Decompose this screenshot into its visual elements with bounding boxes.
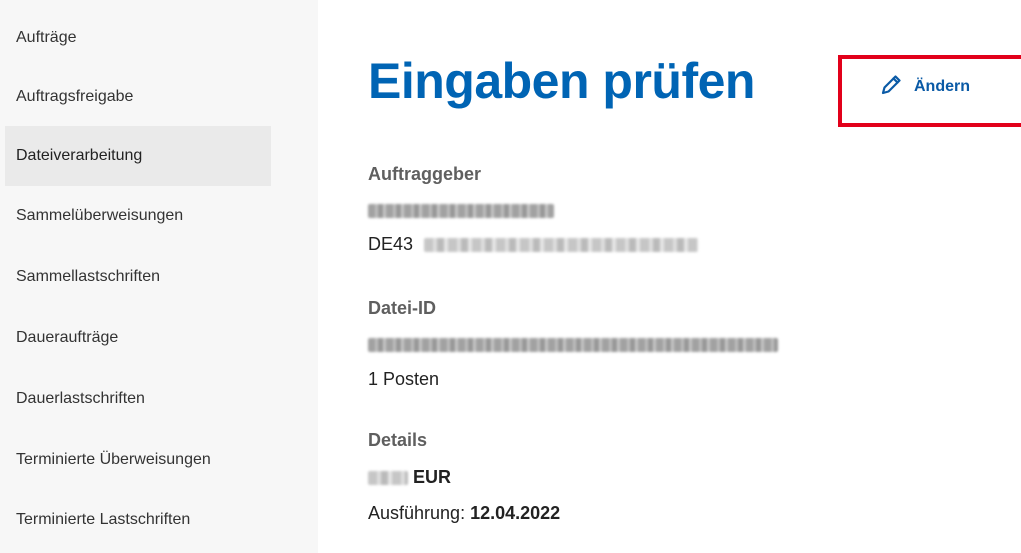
sidebar-item-dauerlastschriften[interactable]: Dauerlastschriften xyxy=(5,369,271,429)
sidebar-item-label: Sammellastschriften xyxy=(16,268,161,285)
execution-date: 12.04.2022 xyxy=(470,503,561,523)
sidebar-item-label: Auftragsfreigabe xyxy=(16,88,134,105)
datei-id-value xyxy=(368,334,778,355)
redacted-datei-id xyxy=(368,338,778,353)
sidebar-item-terminierte-ueberweisungen[interactable]: Terminierte Überweisungen xyxy=(5,430,271,490)
main-content: Eingaben prüfen Ändern Auftraggeber DE43… xyxy=(318,0,1021,553)
sidebar: Aufträge Auftragsfreigabe Dateiverarbeit… xyxy=(0,0,318,553)
iban-prefix: DE43 xyxy=(368,234,414,254)
sidebar-item-sammelueberweisungen[interactable]: Sammelüberweisungen xyxy=(5,186,271,246)
currency: EUR xyxy=(413,467,452,487)
sidebar-item-label: Aufträge xyxy=(16,29,77,46)
details-amount: EUR xyxy=(368,467,451,488)
details-execution: Ausführung: 12.04.2022 xyxy=(368,503,560,524)
redacted-iban xyxy=(424,238,699,253)
sidebar-item-label: Sammelüberweisungen xyxy=(16,207,184,224)
sidebar-item-sammellastschriften[interactable]: Sammellastschriften xyxy=(5,247,271,307)
auftraggeber-iban: DE43 xyxy=(368,234,699,255)
page-title: Eingaben prüfen xyxy=(368,53,755,109)
execution-label: Ausführung: xyxy=(368,503,466,523)
pencil-icon xyxy=(878,72,904,103)
auftraggeber-name xyxy=(368,200,554,221)
sidebar-item-label: Dauerlastschriften xyxy=(16,390,145,407)
sidebar-item-label: Dateiverarbeitung xyxy=(16,147,143,164)
redacted-amount xyxy=(368,471,408,486)
edit-button[interactable]: Ändern xyxy=(878,72,970,102)
sidebar-item-auftraege[interactable]: Aufträge xyxy=(5,8,271,68)
redacted-name xyxy=(368,204,554,219)
auftraggeber-label: Auftraggeber xyxy=(368,164,482,184)
details-label: Details xyxy=(368,430,428,450)
sidebar-item-label: Terminierte Lastschriften xyxy=(16,511,191,528)
sidebar-item-terminierte-lastschriften[interactable]: Terminierte Lastschriften xyxy=(5,490,271,550)
edit-label: Ändern xyxy=(914,78,970,95)
sidebar-item-auftragsfreigabe[interactable]: Auftragsfreigabe xyxy=(5,67,271,127)
sidebar-item-dauerauftraege[interactable]: Daueraufträge xyxy=(5,308,271,368)
datei-id-label: Datei-ID xyxy=(368,298,437,318)
sidebar-item-label: Daueraufträge xyxy=(16,329,119,346)
sidebar-item-dateiverarbeitung[interactable]: Dateiverarbeitung xyxy=(5,126,271,186)
sidebar-item-label: Terminierte Überweisungen xyxy=(16,451,211,468)
posten-count: 1 Posten xyxy=(368,369,440,389)
